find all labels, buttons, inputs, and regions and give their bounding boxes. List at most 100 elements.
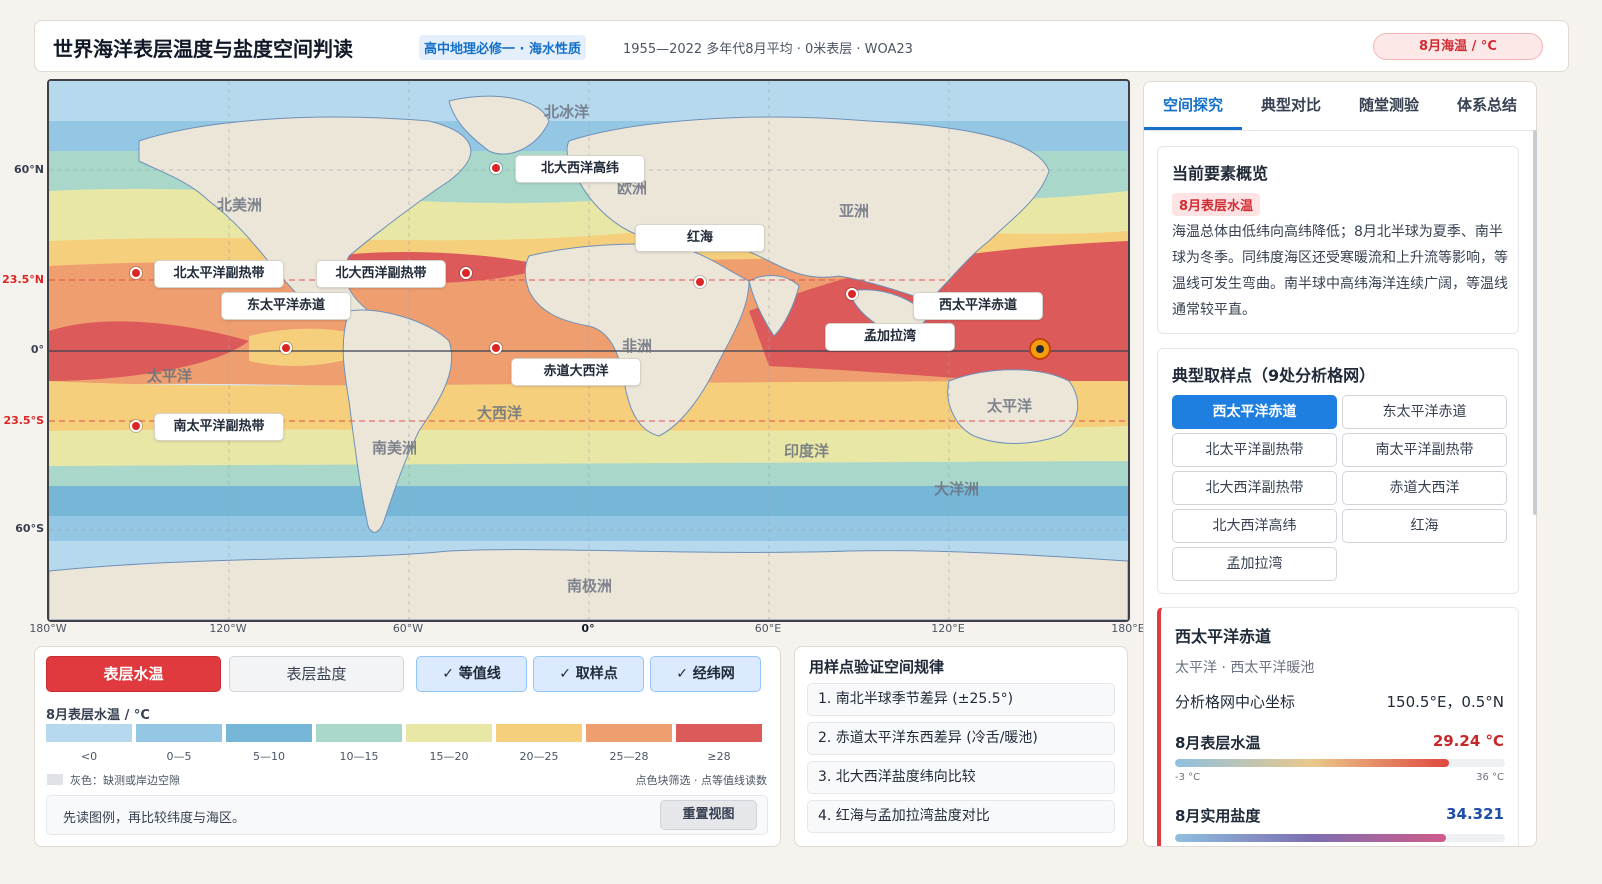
verify-item-atlantic-salinity[interactable]: 3. 北大西洋盐度纬向比较 <box>807 761 1115 794</box>
tab-typical-compare[interactable]: 典型对比 <box>1242 82 1340 130</box>
legend-label-20-25: 20—25 <box>519 750 559 763</box>
sample-dot-equatorial-atlantic[interactable] <box>490 342 502 354</box>
legend-label-25-28: 25—28 <box>609 750 649 763</box>
legend-swatch-ge28[interactable] <box>676 724 762 742</box>
tab-summary[interactable]: 体系总结 <box>1438 82 1536 130</box>
callout-equatorial-atlantic[interactable]: 赤道大西洋 <box>511 358 641 386</box>
lat-label-tropic-n: 23.5°N <box>2 273 44 286</box>
point-east-pacific-equator[interactable]: 东太平洋赤道 <box>1342 395 1507 429</box>
label-pacific-west: 太平洋 <box>987 397 1032 415</box>
legend-swatch-lt0[interactable] <box>46 724 132 742</box>
callout-west-pacific-equator[interactable]: 西太平洋赤道 <box>913 292 1043 320</box>
point-north-atlantic-subtropic[interactable]: 北大西洋副热带 <box>1172 471 1337 505</box>
salinity-button[interactable]: 表层盐度 <box>229 656 404 692</box>
overview-tag: 8月表层水温 <box>1172 193 1261 216</box>
sample-dot-east-pacific-equator[interactable] <box>280 342 292 354</box>
tab-spatial-explore[interactable]: 空间探究 <box>1144 82 1242 130</box>
label-indian-ocean: 印度洋 <box>784 442 829 460</box>
legend-swatch-15-20[interactable] <box>406 724 492 742</box>
callout-bay-of-bengal[interactable]: 孟加拉湾 <box>825 323 955 351</box>
callout-north-atlantic-high[interactable]: 北大西洋高纬 <box>515 155 645 183</box>
verify-item-pacific-east-west[interactable]: 2. 赤道太平洋东西差异 (冷舌/暖池) <box>807 722 1115 755</box>
salinity-bar <box>1175 834 1505 842</box>
sidebar: 空间探究 典型对比 随堂测验 体系总结 当前要素概览 8月表层水温 海温总体由低… <box>1143 81 1537 847</box>
lon-label-0: 0° <box>581 622 595 635</box>
legend-label-0-5: 0—5 <box>166 750 192 763</box>
point-equatorial-atlantic[interactable]: 赤道大西洋 <box>1342 471 1507 505</box>
point-west-pacific-equator[interactable]: 西太平洋赤道 <box>1172 395 1337 429</box>
sidebar-scrollbar[interactable] <box>1533 130 1537 515</box>
verify-item-redsea-bengal[interactable]: 4. 红海与孟加拉湾盐度对比 <box>807 800 1115 833</box>
dataset-meta: 1955—2022 多年代8月平均 · 0米表层 · WOA23 <box>623 42 913 57</box>
sample-dot-north-atlantic-subtropic[interactable] <box>460 267 472 279</box>
overview-card: 当前要素概览 8月表层水温 海温总体由低纬向高纬降低；8月北半球为夏季、南半球为… <box>1157 146 1519 334</box>
lat-label-60s: 60°S <box>15 522 44 535</box>
temperature-button[interactable]: 表层水温 <box>46 656 221 692</box>
detail-coord-label: 分析格网中心坐标 <box>1175 693 1296 711</box>
sample-dot-bay-of-bengal[interactable] <box>846 288 858 300</box>
toggle-isolines[interactable]: ✓ 等值线 <box>416 656 527 692</box>
detail-temp-value: 29.24 °C <box>1432 732 1504 750</box>
detail-salinity-value: 34.321 <box>1446 805 1504 823</box>
salinity-bar-fill <box>1175 834 1446 842</box>
lon-label-180w: 180°W <box>29 622 67 635</box>
detail-salinity-label: 8月实用盐度 <box>1175 807 1261 825</box>
tip-box: 先读图例，再比较纬度与海区。 重置视图 <box>46 795 768 835</box>
callout-east-pacific-equator[interactable]: 东太平洋赤道 <box>221 292 351 320</box>
legend-label-lt0: <0 <box>80 750 98 763</box>
toggle-graticule[interactable]: ✓ 经纬网 <box>650 656 761 692</box>
sample-dot-south-pacific-subtropic[interactable] <box>130 420 142 432</box>
verify-item-seasonal[interactable]: 1. 南北半球季节差异 (±25.5°) <box>807 683 1115 716</box>
overview-text: 海温总体由低纬向高纬降低；8月北半球为夏季、南半球为冬季。同纬度海区还受寒暖流和… <box>1172 224 1508 318</box>
lon-label-60e: 60°E <box>754 622 782 635</box>
legend-swatch-25-28[interactable] <box>586 724 672 742</box>
sample-dot-red-sea[interactable] <box>694 276 706 288</box>
detail-temp-label: 8月表层水温 <box>1175 734 1261 752</box>
legend-label-ge28: ≥28 <box>707 750 731 763</box>
lon-label-120w: 120°W <box>209 622 247 635</box>
callout-south-pacific-subtropic[interactable]: 南太平洋副热带 <box>154 413 284 441</box>
legend-label-10-15: 10—15 <box>339 750 379 763</box>
mode-badge: 8月海温 / °C <box>1373 33 1543 60</box>
legend-swatch-20-25[interactable] <box>496 724 582 742</box>
lat-label-equator: 0° <box>30 343 44 356</box>
tip-text: 先读图例，再比较纬度与海区。 <box>63 811 246 826</box>
lat-label-tropic-s: 23.5°S <box>3 414 44 427</box>
legend-swatch-5-10[interactable] <box>226 724 312 742</box>
interaction-hint: 点色块筛选 · 点等值线读数 <box>635 774 768 787</box>
label-pacific-east: 太平洋 <box>147 367 192 385</box>
label-atlantic: 大西洋 <box>477 404 522 422</box>
lon-label-60w: 60°W <box>392 622 424 635</box>
callout-north-pacific-subtropic[interactable]: 北太平洋副热带 <box>154 260 284 288</box>
legend-swatch-0-5[interactable] <box>136 724 222 742</box>
temp-bar-min: -3 °C <box>1175 772 1201 783</box>
sample-points-card: 典型取样点（9处分析格网） 西太平洋赤道 东太平洋赤道 北太平洋副热带 南太平洋… <box>1157 348 1519 594</box>
detail-subtitle: 太平洋 · 西太平洋暖池 <box>1175 660 1315 676</box>
temp-bar <box>1175 759 1505 767</box>
toggle-sample-points[interactable]: ✓ 取样点 <box>533 656 644 692</box>
point-north-pacific-subtropic[interactable]: 北太平洋副热带 <box>1172 433 1337 467</box>
point-south-pacific-subtropic[interactable]: 南太平洋副热带 <box>1342 433 1507 467</box>
verify-title: 用样点验证空间规律 <box>809 658 945 676</box>
legend-title: 8月表层水温 / °C <box>46 708 150 723</box>
label-asia: 亚洲 <box>839 202 869 220</box>
subject-tag: 高中地理必修一 · 海水性质 <box>419 35 586 60</box>
legend-label-15-20: 15—20 <box>429 750 469 763</box>
callout-north-atlantic-subtropic[interactable]: 北大西洋副热带 <box>316 260 446 288</box>
app-title: 世界海洋表层温度与盐度空间判读 <box>53 37 353 61</box>
selected-sample-core <box>1036 345 1044 353</box>
legend-label-5-10: 5—10 <box>253 750 285 763</box>
label-oceania: 大洋洲 <box>934 480 979 498</box>
sample-detail-card: 西太平洋赤道 太平洋 · 西太平洋暖池 分析格网中心坐标 150.5°E，0.5… <box>1157 607 1519 846</box>
sample-dot-north-pacific-subtropic[interactable] <box>130 267 142 279</box>
sample-points-title: 典型取样点（9处分析格网） <box>1172 366 1376 385</box>
point-bay-of-bengal[interactable]: 孟加拉湾 <box>1172 547 1337 581</box>
app-header: 世界海洋表层温度与盐度空间判读 高中地理必修一 · 海水性质 1955—2022… <box>34 20 1569 72</box>
sample-dot-north-atlantic-high[interactable] <box>490 162 502 174</box>
legend-swatch-10-15[interactable] <box>316 724 402 742</box>
point-red-sea[interactable]: 红海 <box>1342 509 1507 543</box>
callout-red-sea[interactable]: 红海 <box>635 224 765 252</box>
point-north-atlantic-high[interactable]: 北大西洋高纬 <box>1172 509 1337 543</box>
reset-view-button[interactable]: 重置视图 <box>660 800 757 830</box>
tab-quiz[interactable]: 随堂测验 <box>1340 82 1438 130</box>
